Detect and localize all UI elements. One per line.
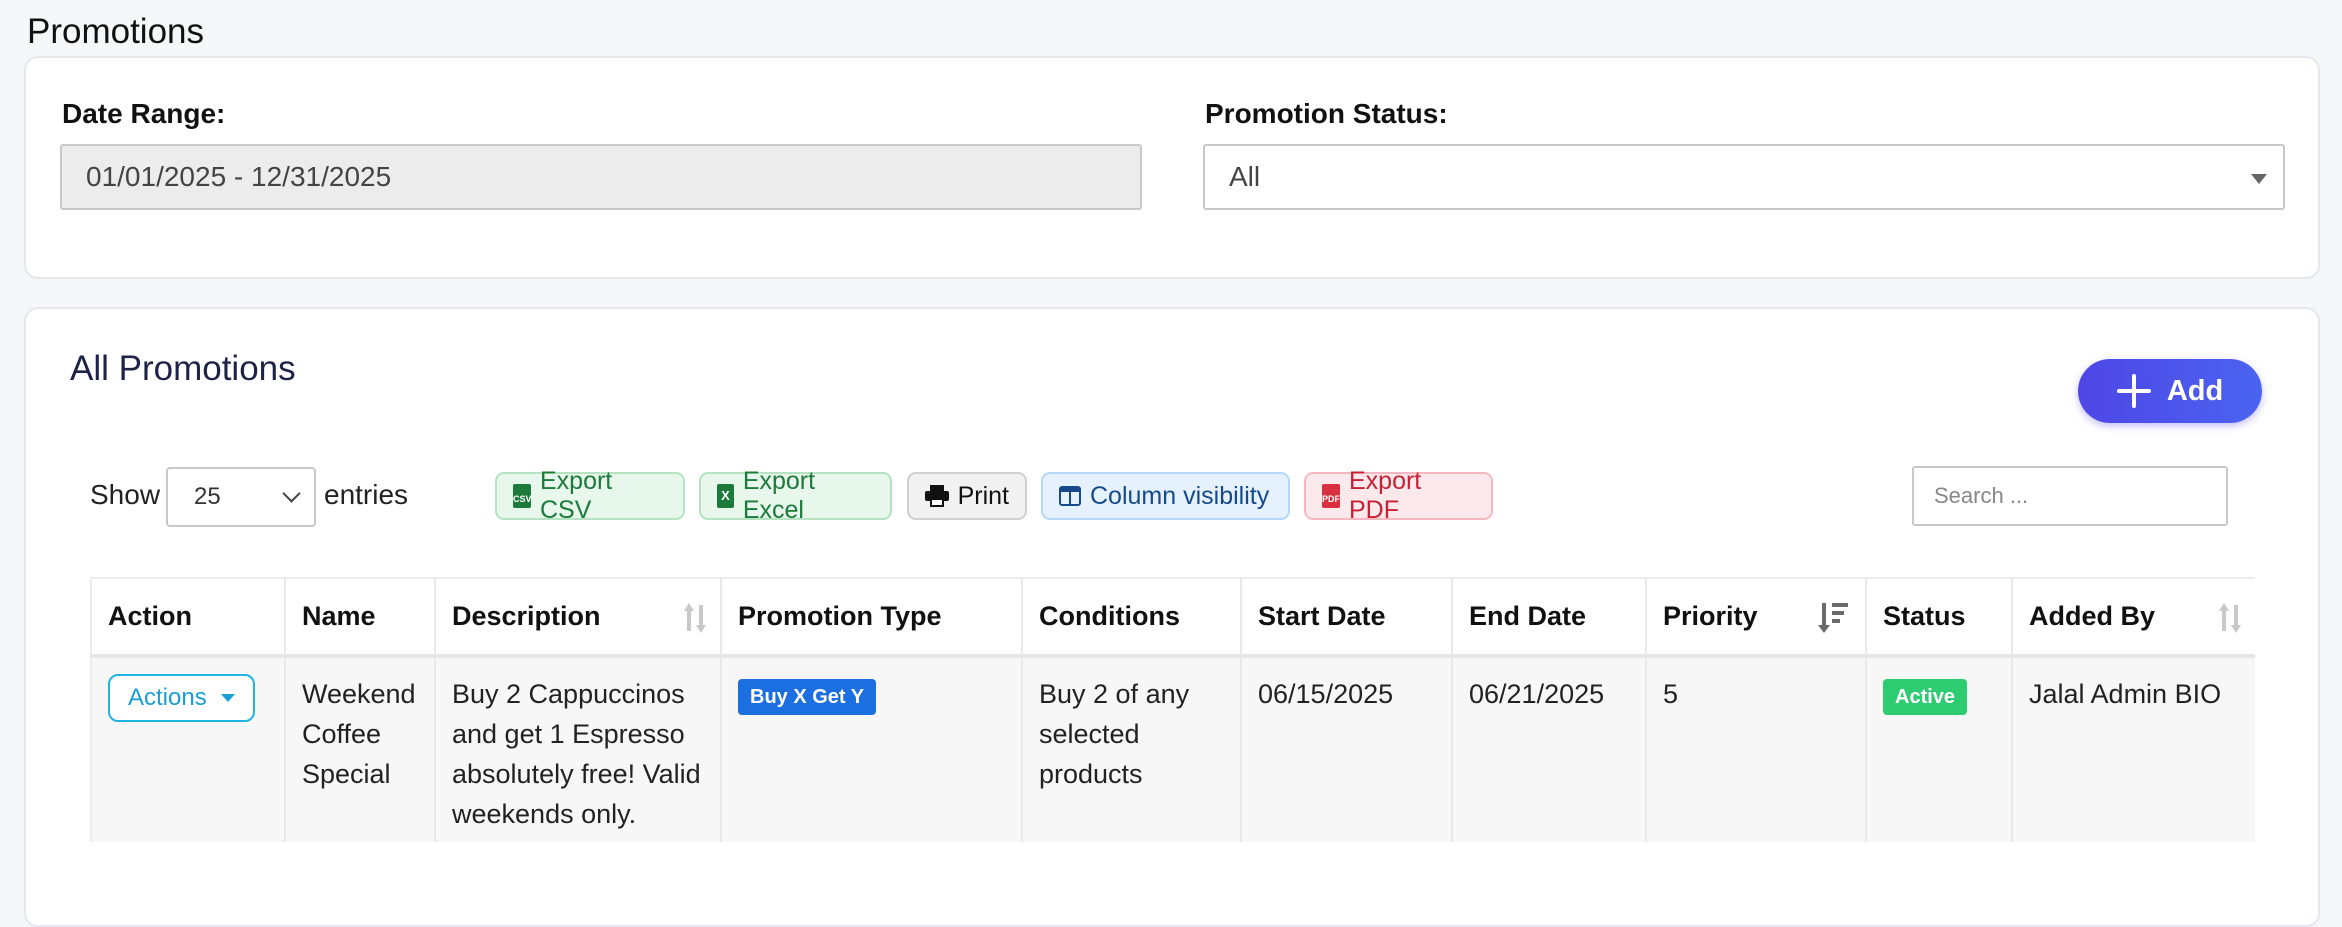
priority-cell: 5 [1645, 656, 1866, 842]
promotion-type-cell: Buy X Get Y [720, 656, 1022, 842]
table-header-row: Action Name Description Promotion Type C… [90, 577, 2255, 658]
promotion-status-value: All [1229, 161, 1261, 192]
column-visibility-button[interactable]: Column visibility [1041, 472, 1290, 520]
sort-icon [684, 603, 706, 633]
name-cell: Weekend Coffee Special [284, 656, 435, 842]
status-badge: Active [1883, 679, 1968, 715]
entries-select[interactable]: 25 [166, 467, 316, 527]
column-header-description[interactable]: Description [434, 577, 721, 658]
page-title: Promotions [27, 12, 205, 51]
filters-card: Date Range: 01/01/2025 - 12/31/2025 Prom… [24, 56, 2320, 279]
column-header-status[interactable]: Status [1865, 577, 2012, 658]
show-label: Show [90, 479, 161, 510]
printer-icon [925, 485, 949, 507]
export-csv-label: Export CSV [540, 467, 613, 524]
description-cell: Buy 2 Cappuccinos and get 1 Espresso abs… [434, 656, 721, 842]
print-button[interactable]: Print [907, 472, 1027, 520]
print-label: Print [957, 481, 1009, 510]
column-header-conditions[interactable]: Conditions [1021, 577, 1241, 658]
start-date-cell: 06/15/2025 [1240, 656, 1452, 842]
column-header-priority[interactable]: Priority [1645, 577, 1866, 658]
chevron-down-icon [282, 484, 301, 503]
sort-descending-icon [1818, 601, 1851, 633]
entries-value: 25 [194, 483, 221, 510]
excel-file-icon: X [717, 484, 734, 508]
export-csv-button[interactable]: CSV Export CSV [495, 467, 685, 524]
end-date-cell: 06/21/2025 [1451, 656, 1646, 842]
promotion-status-label: Promotion Status: [1205, 98, 1448, 129]
export-pdf-label: Export PDF [1349, 467, 1422, 524]
export-pdf-button[interactable]: PDF Export PDF [1304, 467, 1493, 524]
column-header-end-date[interactable]: End Date [1451, 577, 1646, 658]
columns-icon [1059, 486, 1081, 506]
search-input[interactable] [1912, 466, 2228, 526]
column-header-promotion-type[interactable]: Promotion Type [720, 577, 1022, 658]
export-excel-label: Export Excel [742, 467, 816, 524]
conditions-cell: Buy 2 of any selected products [1021, 656, 1241, 842]
table-row: Actions Weekend Coffee Special Buy 2 Cap… [90, 656, 2255, 842]
column-header-action: Action [90, 577, 285, 658]
promotions-table: Action Name Description Promotion Type C… [90, 577, 2255, 842]
action-cell: Actions [90, 656, 285, 842]
promotion-status-select[interactable]: All [1203, 144, 2285, 210]
plus-icon [2116, 374, 2151, 408]
column-header-name[interactable]: Name [284, 577, 435, 658]
export-excel-button[interactable]: X Export Excel [699, 467, 892, 524]
date-range-input[interactable]: 01/01/2025 - 12/31/2025 [60, 144, 1142, 210]
promotion-type-badge: Buy X Get Y [738, 679, 877, 715]
column-header-added-by[interactable]: Added By [2011, 577, 2255, 658]
column-visibility-label: Column visibility [1090, 481, 1270, 510]
add-promotion-button[interactable]: Add [2078, 359, 2262, 423]
entries-label: entries [324, 479, 409, 510]
actions-dropdown-button[interactable]: Actions [108, 674, 255, 722]
added-by-cell: Jalal Admin BIO [2011, 656, 2255, 842]
caret-down-icon [220, 694, 235, 702]
sort-icon [2219, 603, 2241, 633]
date-range-label: Date Range: [62, 98, 226, 129]
column-header-start-date[interactable]: Start Date [1240, 577, 1452, 658]
section-title: All Promotions [70, 349, 296, 388]
all-promotions-card: All Promotions Add Show 25 entries CSV E… [24, 307, 2320, 927]
add-button-label: Add [2166, 374, 2224, 407]
csv-file-icon: CSV [513, 484, 532, 508]
status-cell: Active [1865, 656, 2012, 842]
caret-down-icon [2251, 174, 2267, 184]
actions-label: Actions [128, 684, 207, 711]
pdf-file-icon: PDF [1322, 484, 1340, 508]
